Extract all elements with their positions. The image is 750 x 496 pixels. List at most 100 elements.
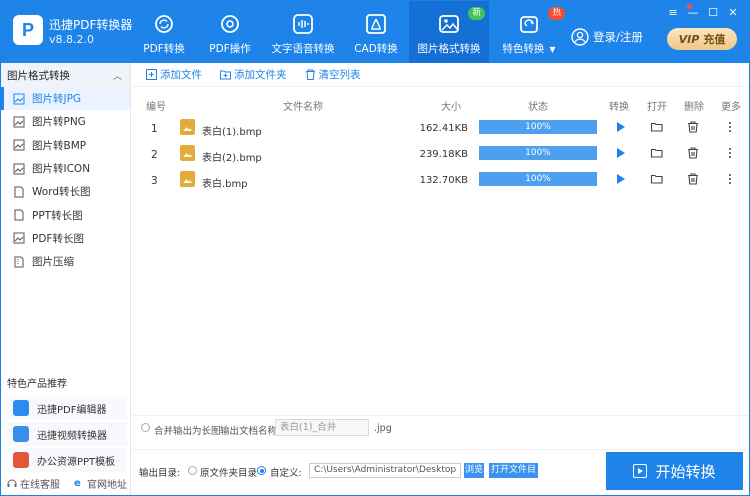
- hot-badge: 热: [548, 7, 565, 20]
- trash-icon[interactable]: [686, 172, 700, 186]
- open-folder-button[interactable]: 打开文件目录: [489, 463, 538, 490]
- nav-pdf-operate[interactable]: PDF操作: [197, 1, 263, 63]
- image-file-icon: [180, 171, 195, 187]
- row-progress-bar: 100%: [479, 172, 597, 186]
- recommend-video-converter[interactable]: 迅捷视频转换器: [7, 422, 127, 446]
- image-file-icon: [13, 232, 25, 244]
- add-folder-label: 添加文件夹: [234, 69, 287, 81]
- merge-checkbox[interactable]: [141, 423, 150, 432]
- close-icon[interactable]: ✕: [723, 5, 743, 19]
- trash-icon[interactable]: [686, 146, 700, 160]
- output-extension: .jpg: [374, 423, 392, 434]
- play-icon[interactable]: [613, 146, 627, 160]
- sidebar-item-label: 图片转JPG: [32, 93, 82, 106]
- more-vertical-icon[interactable]: [723, 120, 737, 134]
- merge-label: 合并输出为长图: [154, 426, 221, 437]
- start-convert-button[interactable]: 开始转换: [606, 452, 743, 490]
- online-support-label: 在线客服: [20, 480, 60, 491]
- user-icon: [571, 28, 589, 46]
- nav-text-speech[interactable]: 文字语音转换: [263, 1, 343, 63]
- header-open: 打开: [647, 102, 667, 113]
- folder-open-icon[interactable]: [650, 172, 664, 186]
- sidebar-item-image-to-png[interactable]: 图片转PNG: [1, 110, 130, 133]
- nav-label: PDF转换: [143, 43, 185, 55]
- nav-label: 特色转换: [502, 43, 545, 55]
- radio-custom-folder[interactable]: [257, 466, 266, 475]
- nav-label: CAD转换: [354, 43, 398, 55]
- sidebar-item-word-to-long-image[interactable]: Word转长图: [1, 180, 130, 203]
- sidebar-item-image-to-jpg[interactable]: 图片转JPG: [1, 87, 130, 111]
- folder-open-icon[interactable]: [650, 120, 664, 134]
- recommend-ppt-templates[interactable]: 办公资源PPT模板: [7, 448, 127, 472]
- more-vertical-icon[interactable]: [723, 172, 737, 186]
- folder-open-icon[interactable]: [650, 146, 664, 160]
- table-row[interactable]: 1 表白(1).bmp 162.41KB 100%: [132, 116, 749, 142]
- sidebar-item-image-to-icon[interactable]: 图片转ICON: [1, 157, 130, 180]
- more-vertical-icon[interactable]: [723, 146, 737, 160]
- trash-icon[interactable]: [686, 120, 700, 134]
- header-status: 状态: [528, 102, 548, 113]
- sidebar-item-label: Word转长图: [32, 186, 91, 199]
- recommend-label: 迅捷视频转换器: [37, 430, 107, 442]
- recommend-title: 特色产品推荐: [7, 379, 67, 390]
- app-name: 迅捷PDF转换器: [49, 18, 133, 32]
- sidebar-footer: 在线客服 e 官网地址: [7, 476, 127, 491]
- login-button[interactable]: 登录/注册: [571, 28, 643, 46]
- play-icon: [633, 464, 648, 478]
- row-num: 2: [151, 149, 158, 161]
- sidebar-item-pdf-to-long-image[interactable]: PDF转长图: [1, 227, 130, 250]
- output-name-input[interactable]: 表白(1)_合并: [275, 419, 369, 436]
- new-badge: 新: [468, 7, 485, 20]
- sidebar-item-image-compress[interactable]: 图片压缩: [1, 250, 130, 273]
- app-version: v8.8.2.0: [49, 33, 94, 46]
- menu-icon[interactable]: ≡: [663, 5, 683, 19]
- row-file-size: 132.70KB: [419, 175, 468, 186]
- minimize-icon[interactable]: —: [683, 5, 703, 19]
- pdf-editor-icon: [13, 400, 29, 416]
- option-source-label: 原文件夹目录: [200, 468, 258, 479]
- image-file-icon: [180, 119, 195, 135]
- main-panel: 添加文件 添加文件夹 清空列表 编号 文件名称 大小 状态 转换 打开 删除 更…: [132, 63, 749, 495]
- recommend-label: 办公资源PPT模板: [37, 456, 116, 468]
- nav-label: PDF操作: [209, 43, 251, 55]
- sidebar-item-label: 图片转BMP: [32, 139, 87, 152]
- progress-text: 100%: [525, 174, 551, 184]
- table-row[interactable]: 2 表白(2).bmp 239.18KB 100%: [132, 142, 749, 168]
- clear-list-button[interactable]: 清空列表: [305, 67, 361, 82]
- website-link[interactable]: e 官网地址: [74, 476, 127, 491]
- file-toolbar: 添加文件 添加文件夹 清空列表: [132, 63, 749, 87]
- play-icon[interactable]: [613, 172, 627, 186]
- gear-icon: [221, 15, 239, 33]
- row-file-size: 239.18KB: [419, 149, 468, 160]
- online-support-link[interactable]: 在线客服: [7, 476, 60, 491]
- browse-button[interactable]: 浏览: [464, 463, 484, 478]
- vip-recharge-button[interactable]: VIP 充值: [667, 28, 737, 50]
- nav-special-convert[interactable]: 特色转换 ▼ 热: [489, 1, 569, 63]
- table-row[interactable]: 3 表白.bmp 132.70KB 100%: [132, 168, 749, 194]
- nav-cad-convert[interactable]: CAD转换: [343, 1, 409, 63]
- add-folder-button[interactable]: 添加文件夹: [220, 67, 287, 82]
- nav-pdf-convert[interactable]: PDF转换: [131, 1, 197, 63]
- sidebar: 图片格式转换 ︿ 图片转JPG 图片转PNG 图片转BMP 图片转ICON Wo…: [1, 63, 131, 495]
- row-progress-bar: 100%: [479, 120, 597, 134]
- sidebar-item-label: 图片转ICON: [32, 163, 91, 176]
- play-icon[interactable]: [613, 120, 627, 134]
- start-convert-label: 开始转换: [655, 462, 716, 481]
- ppt-template-icon: [13, 452, 29, 468]
- nav-label: 文字语音转换: [271, 43, 335, 55]
- sidebar-section-header[interactable]: 图片格式转换 ︿: [1, 63, 130, 87]
- option-custom-label: 自定义:: [270, 468, 302, 479]
- nav-label-wrap: 特色转换 ▼: [502, 41, 555, 56]
- clear-list-label: 清空列表: [318, 69, 361, 81]
- sidebar-item-ppt-to-long-image[interactable]: PPT转长图: [1, 203, 130, 226]
- radio-source-folder[interactable]: [188, 466, 197, 475]
- progress-text: 100%: [525, 122, 551, 132]
- sidebar-item-image-to-bmp[interactable]: 图片转BMP: [1, 134, 130, 157]
- add-folder-icon: [220, 70, 231, 80]
- maximize-icon[interactable]: ☐: [703, 5, 723, 19]
- output-path-input[interactable]: C:\Users\Administrator\Desktop: [309, 463, 461, 478]
- audio-wave-icon: [293, 14, 313, 34]
- add-file-button[interactable]: 添加文件: [146, 67, 202, 82]
- nav-image-convert[interactable]: 图片格式转换 新: [409, 1, 489, 63]
- recommend-pdf-editor[interactable]: 迅捷PDF编辑器: [7, 396, 127, 420]
